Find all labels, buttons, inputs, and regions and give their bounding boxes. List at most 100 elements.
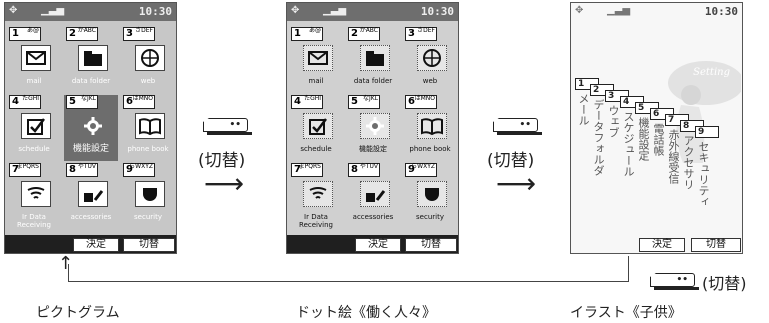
menu-item[interactable]: 5 なJKL 機能設定 (64, 95, 118, 161)
setting-bubble-text: Setting (693, 67, 730, 78)
menu-item[interactable]: 6 はMNO phone book (403, 95, 457, 161)
key-number: 3 さDEF (405, 27, 437, 41)
key-letters: あ@ (308, 27, 321, 34)
key-letters: さDEF (417, 27, 435, 34)
key-letters: まPQRS (16, 163, 39, 170)
key-number: 4 たGHI (9, 95, 41, 109)
switch-softkey[interactable]: 切替 (123, 238, 175, 252)
right-softkey-icon: •• (203, 118, 252, 135)
menu-item[interactable]: 8 やTUV accessories (64, 163, 118, 229)
menu-item-label: data folder (353, 77, 393, 85)
menu-item[interactable]: データフォルダ (592, 99, 605, 176)
menu-item[interactable]: 赤外線受信 (667, 129, 680, 184)
menu-item-label: accessories (352, 213, 394, 221)
key-number: 7 まPQRS (9, 163, 41, 177)
switch-label: (切替) (702, 274, 747, 293)
menu-item-label: 機能設定 (72, 144, 109, 154)
menu-item[interactable]: 3 さDEF web (403, 27, 457, 93)
key-letters: あ@ (26, 27, 39, 34)
menu-item[interactable]: 機能設定 (637, 117, 650, 161)
key-letters: さDEF (135, 27, 153, 34)
menu-item-label: mail (26, 77, 42, 85)
menu-item-icon (417, 181, 447, 207)
clock: 10:30 (704, 5, 738, 18)
menu-item-icon (21, 181, 51, 207)
menu-item-label: web (140, 77, 156, 85)
menu-item-icon (135, 113, 165, 139)
switch-softkey[interactable]: 切替 (405, 238, 457, 252)
menu-item-icon (78, 181, 108, 207)
menu-item-icon (360, 181, 390, 207)
menu-item-label: data folder (71, 77, 111, 85)
key-number: 7 まPQRS (291, 163, 323, 177)
key-number: 1 あ@ (9, 27, 41, 41)
menu-item[interactable]: スケジュール (622, 111, 635, 177)
key-letters: たGHI (304, 95, 321, 102)
menu-item-label: schedule (300, 145, 332, 153)
menu-item[interactable]: 8 やTUV accessories (346, 163, 400, 229)
menu-item-icon (21, 113, 51, 139)
status-bar: ✥ ▁▃▅ 10:30 (287, 3, 458, 21)
softkey-bar: 決定 切替 (5, 235, 176, 253)
key-number: 5 なJKL (66, 95, 98, 109)
menu-item[interactable]: 4 たGHI schedule (289, 95, 343, 161)
menu-item[interactable]: 9 らWXYZ security (403, 163, 457, 229)
key-number: 6 はMNO (405, 95, 437, 109)
pictogram-menu-screen: ✥ ▁▃▅ 10:30 1 あ@ mail 2 かABC data folder 3 さDEF… (4, 2, 177, 254)
key-letters: はMNO (132, 95, 153, 102)
dot-art-menu-screen: ✥ ▁▃▅ 10:30 1 あ@ mail 2 かABC data folder 3 さDEF… (286, 2, 459, 254)
menu-item[interactable]: アクセサリ (682, 135, 695, 190)
compass-icon: ✥ (575, 5, 584, 16)
clock: 10:30 (420, 5, 454, 18)
menu-item-label: phone book (127, 145, 169, 153)
menu-item[interactable]: ウェブ (607, 105, 620, 138)
menu-item-icon (303, 113, 333, 139)
status-bar: ✥ ▁▃▅ 10:30 (571, 3, 742, 21)
up-arrow-icon: ↑ (58, 253, 74, 274)
menu-item[interactable]: 2 かABC data folder (64, 27, 118, 93)
menu-item[interactable]: 3 さDEF web (121, 27, 175, 93)
menu-item-icon (303, 45, 333, 71)
softkey-bar: 決定 切替 (571, 235, 742, 253)
loop-line (68, 281, 629, 282)
menu-item[interactable]: セキュリティ (697, 141, 710, 207)
menu-item-label: phone book (409, 145, 451, 153)
menu-item[interactable]: 6 はMNO phone book (121, 95, 175, 161)
menu-item[interactable]: 2 かABC data folder (346, 27, 400, 93)
menu-grid: 1 あ@ mail 2 かABC data folder 3 さDEF web 4 たGHI sche… (289, 27, 458, 231)
menu-item-icon (135, 45, 165, 71)
key-letters: らWXYZ (129, 163, 153, 170)
menu-item[interactable]: 1 あ@ mail (289, 27, 343, 93)
menu-item[interactable]: 電話帳 (652, 123, 665, 156)
menu-item[interactable]: 7 まPQRS Ir Data Receiving (289, 163, 343, 229)
key-letters: はMNO (414, 95, 435, 102)
switch-softkey[interactable]: 切替 (691, 238, 741, 252)
key-number: 2 かABC (66, 27, 98, 41)
caption-illustration: イラスト《子供》 (570, 305, 682, 321)
illustration-menu-screen: ✥ ▁▃▅ 10:30 Setting 1 メール 2 データフォルダ 3 ウェブ 4 スケジ… (570, 2, 743, 254)
menu-item-icon (21, 45, 51, 71)
menu-grid: 1 あ@ mail 2 かABC data folder 3 さDEF web 4 たGHI sche… (7, 27, 176, 231)
key-number: 8 やTUV (348, 163, 380, 177)
caption-pictogram: ピクトグラム (36, 305, 120, 321)
key-letters: なJKL (362, 95, 378, 102)
confirm-softkey[interactable]: 決定 (355, 238, 401, 252)
confirm-softkey[interactable]: 決定 (639, 238, 685, 252)
menu-item[interactable]: メール (577, 93, 590, 126)
menu-item[interactable]: 4 たGHI schedule (7, 95, 61, 161)
menu-item[interactable]: 1 あ@ mail (7, 27, 61, 93)
compass-icon: ✥ (9, 5, 18, 16)
right-arrow-icon: ⟶ (496, 167, 537, 200)
menu-item[interactable]: 9 らWXYZ security (121, 163, 175, 229)
key-number: 5 なJKL (348, 95, 380, 109)
confirm-softkey[interactable]: 決定 (73, 238, 119, 252)
menu-item[interactable]: 7 まPQRS Ir Data Receiving (7, 163, 61, 229)
key-letters: かABC (77, 27, 96, 34)
menu-item-icon (78, 45, 108, 71)
signal-icon: ▁▃▅ (323, 5, 347, 16)
menu-item-icon (417, 113, 447, 139)
menu-item-icon (360, 113, 390, 139)
menu-item[interactable]: 5 なJKL 機能設定 (346, 95, 400, 161)
menu-item-label: 機能設定 (359, 145, 387, 153)
right-softkey-icon: •• (493, 118, 542, 135)
